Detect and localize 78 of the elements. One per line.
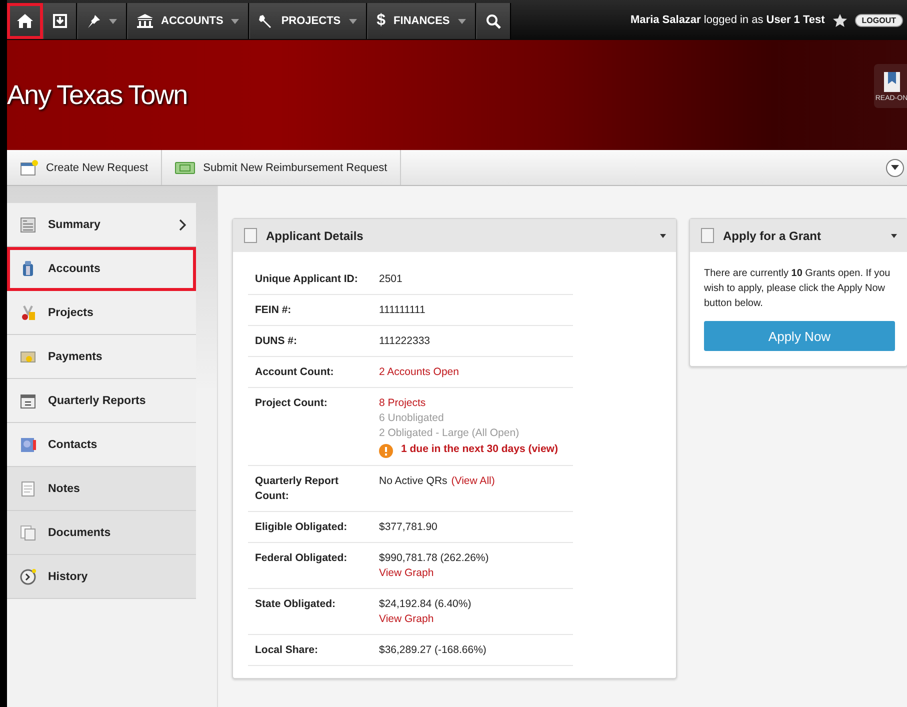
field-label: Account Count: xyxy=(255,365,335,380)
field-label: FEIN #: xyxy=(255,303,292,318)
field-label: Eligible Obligated: xyxy=(255,520,348,535)
field-label: Unique Applicant ID: xyxy=(255,272,359,287)
field-value: 111222333 xyxy=(379,334,430,349)
field-value: $377,781.90 xyxy=(379,520,438,535)
star-icon[interactable] xyxy=(832,14,847,26)
search-icon xyxy=(486,14,501,28)
field-label: Federal Obligated: xyxy=(255,551,348,566)
link[interactable]: 2 Accounts Open xyxy=(379,365,459,380)
sidebar-item[interactable]: Summary xyxy=(7,203,196,247)
nav-menu-item[interactable]: PROJECTS xyxy=(249,3,367,39)
history-icon xyxy=(20,568,36,584)
document-icon xyxy=(244,228,257,243)
sidebar-item[interactable]: Documents xyxy=(7,511,196,555)
caret-icon[interactable] xyxy=(660,234,666,238)
grants-message: There are currently 10 Grants open. If you wish to apply, please click the Apply Now button below. xyxy=(704,267,892,311)
warning-icon xyxy=(379,444,393,458)
wrench-icon xyxy=(259,14,274,28)
field-value: 6 Unobligated xyxy=(379,411,444,426)
nav-menu-item[interactable]: ACCOUNTS xyxy=(127,3,250,39)
field-value: $990,781.78 (262.26%) xyxy=(379,551,489,566)
caret-icon xyxy=(458,18,466,24)
dropdown-button[interactable] xyxy=(886,158,904,176)
site-title: Any Texas Town xyxy=(7,80,188,110)
toolbar-button[interactable]: Create New Request xyxy=(7,150,162,185)
link[interactable]: 8 Projects xyxy=(379,396,426,411)
sidebar-item[interactable]: Notes xyxy=(7,467,196,511)
documents-icon xyxy=(20,524,36,540)
sidebar-item[interactable]: Payments xyxy=(7,335,196,379)
panel-title: Applicant Details xyxy=(266,228,364,242)
link[interactable]: View Graph xyxy=(379,566,434,581)
panel-title: Apply for a Grant xyxy=(723,228,822,242)
field-value: No Active QRs xyxy=(379,474,448,489)
caret-icon xyxy=(231,18,240,24)
user-login-text: Maria Salazar logged in as User 1 Test xyxy=(630,14,825,26)
accounts-icon xyxy=(20,260,36,276)
notes-icon xyxy=(20,480,36,496)
sidebar-item[interactable]: Projects xyxy=(7,291,196,335)
nav-menu-item[interactable]: $ FINANCES xyxy=(366,3,476,39)
document-icon xyxy=(701,228,714,243)
nav-menu-item[interactable] xyxy=(43,3,77,39)
due-alert-link[interactable]: 1 due in the next 30 days (view) xyxy=(401,442,558,457)
field-label: DUNS #: xyxy=(255,334,298,349)
contacts-icon xyxy=(20,436,36,452)
field-value: $24,192.84 (6.40%) xyxy=(379,597,472,612)
field-value: $36,289.27 (-168.66%) xyxy=(379,643,486,658)
pin-icon xyxy=(87,14,101,28)
dollar-icon: $ xyxy=(376,12,386,30)
link[interactable]: (View All) xyxy=(451,474,495,489)
field-value: 111111111 xyxy=(379,303,426,318)
summary-icon xyxy=(20,216,36,232)
caret-icon xyxy=(348,18,357,24)
download-icon xyxy=(53,14,67,28)
logout-button[interactable]: LOGOUT xyxy=(854,14,903,26)
bank-icon xyxy=(137,14,153,28)
caret-icon[interactable] xyxy=(891,234,897,238)
banknote-icon xyxy=(175,162,196,174)
calendar-icon xyxy=(20,392,36,408)
book-icon xyxy=(884,72,900,92)
field-value: 2501 xyxy=(379,272,402,287)
toolbar-button[interactable]: Submit New Reimbursement Request xyxy=(162,150,402,185)
field-label: Project Count: xyxy=(255,396,328,411)
home-icon xyxy=(17,14,33,28)
field-label: Local Share: xyxy=(255,643,320,658)
nav-menu-item[interactable] xyxy=(7,3,43,39)
nav-menu-item[interactable] xyxy=(476,3,511,39)
projects-icon xyxy=(20,304,36,320)
caret-icon xyxy=(109,18,117,24)
sidebar-item[interactable]: Accounts xyxy=(7,247,196,291)
caret-icon xyxy=(891,165,899,170)
field-value: 2 Obligated - Large (All Open) xyxy=(379,426,520,441)
field-label: Quarterly Report Count: xyxy=(255,474,340,504)
note-icon xyxy=(20,160,38,176)
field-label: State Obligated: xyxy=(255,597,337,612)
payments-icon xyxy=(20,348,36,364)
sidebar-item[interactable]: History xyxy=(7,555,196,599)
link[interactable]: View Graph xyxy=(379,612,434,627)
